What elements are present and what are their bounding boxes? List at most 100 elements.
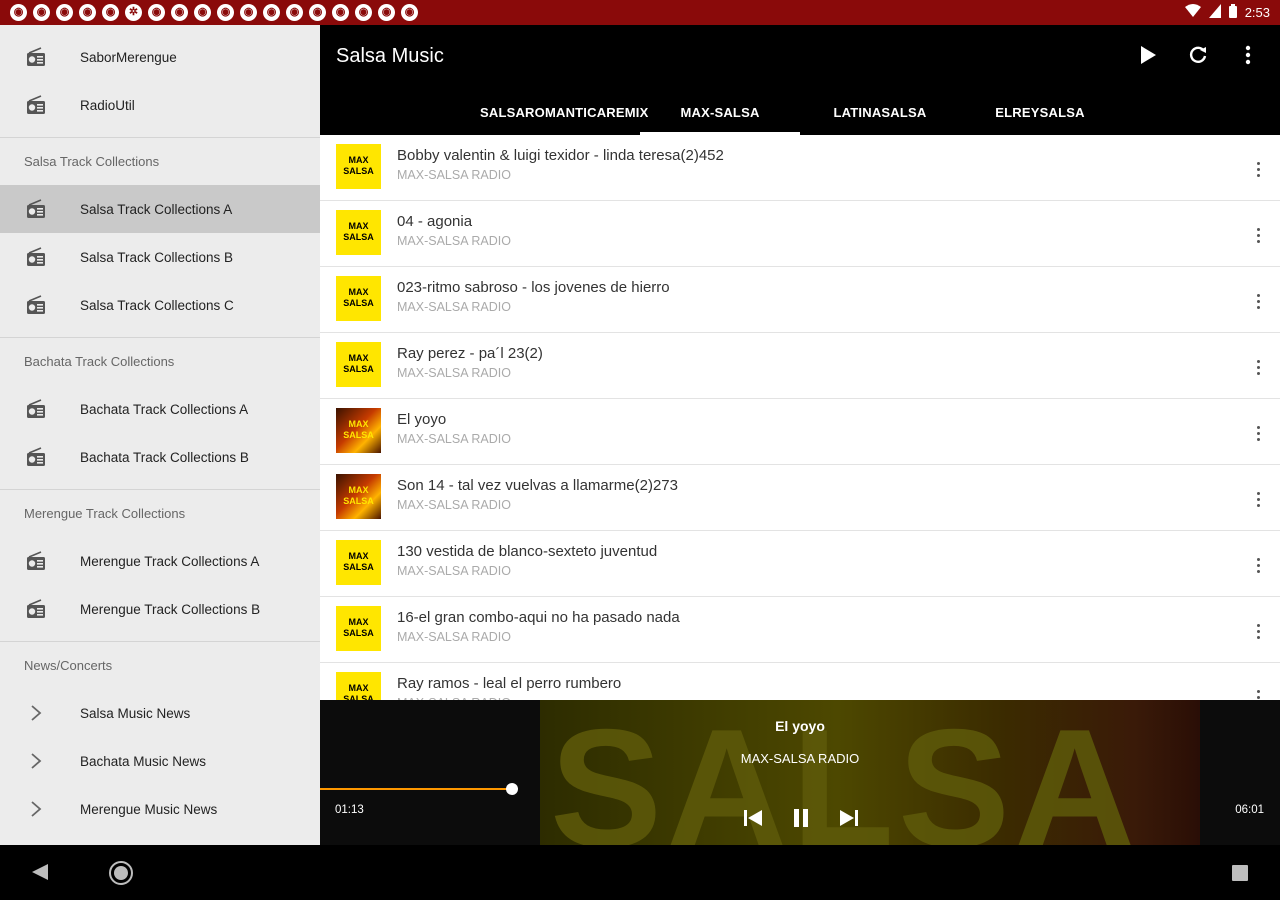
- album-art-label: MAX SALSA: [343, 485, 374, 506]
- tab-elreysalsa[interactable]: ELREYSALSA: [960, 93, 1120, 135]
- chevron-right-icon: [24, 749, 48, 773]
- radio-icon: [24, 549, 48, 573]
- notification-icon: ◉: [79, 4, 96, 21]
- drawer-item[interactable]: Bachata Track Collections A: [0, 385, 320, 433]
- tab-latinasalsa[interactable]: LATINASALSA: [800, 93, 960, 135]
- drawer-item-label: SaborMerengue: [80, 49, 177, 65]
- notification-icon: ◉: [217, 4, 234, 21]
- overflow-menu-icon[interactable]: [1236, 43, 1260, 67]
- drawer-item[interactable]: Salsa Track Collections B: [0, 233, 320, 281]
- app-title: Salsa Music: [336, 45, 444, 67]
- drawer-item-label: Bachata Music News: [80, 753, 207, 769]
- recents-icon[interactable]: [1231, 864, 1249, 887]
- track-title: El yoyo: [397, 411, 447, 428]
- album-art-thumbnail: MAX SALSA: [336, 474, 381, 519]
- notification-icon: ◉: [148, 4, 165, 21]
- radio-icon: [24, 93, 48, 117]
- back-icon[interactable]: [30, 862, 50, 887]
- track-row[interactable]: MAX SALSA Bobby valentin & luigi texidor …: [320, 135, 1280, 201]
- skip-previous-icon[interactable]: [740, 805, 766, 831]
- notification-icon: ◉: [102, 4, 119, 21]
- notification-icon: ◉: [240, 4, 257, 21]
- track-row[interactable]: MAX SALSA Ray ramos - leal el perro rumbe…: [320, 663, 1280, 700]
- drawer-item[interactable]: RadioUtil: [0, 81, 320, 129]
- notification-icon: ◉: [332, 4, 349, 21]
- tab-bar: SALSAROMANTICAREMIX MAX-SALSA LATINASALSA E…: [320, 93, 1280, 135]
- notification-icon: ✲: [125, 4, 142, 21]
- track-overflow-icon[interactable]: [1250, 157, 1266, 181]
- track-title: 023-ritmo sabroso - los jovenes de hierr…: [397, 279, 670, 296]
- track-row[interactable]: MAX SALSA Son 14 - tal vez vuelvas a llam…: [320, 465, 1280, 531]
- album-art-thumbnail: MAX SALSA: [336, 540, 381, 585]
- album-art-label: MAX SALSA: [343, 221, 374, 242]
- track-overflow-icon[interactable]: [1250, 487, 1266, 511]
- track-row[interactable]: MAX SALSA 023-ritmo sabroso - los jovenes…: [320, 267, 1280, 333]
- track-overflow-icon[interactable]: [1250, 685, 1266, 700]
- refresh-icon[interactable]: [1186, 43, 1210, 67]
- track-overflow-icon[interactable]: [1250, 223, 1266, 247]
- track-overflow-icon[interactable]: [1250, 421, 1266, 445]
- drawer-section-header: Bachata Track Collections: [0, 337, 320, 385]
- drawer-item[interactable]: Bachata Music News: [0, 737, 320, 785]
- seek-bar[interactable]: [320, 783, 1280, 795]
- now-playing-bar: SALSA El yoyo MAX-SALSA RADIO 01:13 06:0…: [320, 700, 1280, 845]
- home-icon[interactable]: [108, 860, 134, 891]
- drawer-section-header: News/Concerts: [0, 641, 320, 689]
- drawer-item-label: Bachata Track Collections A: [80, 401, 249, 417]
- notification-icon: ◉: [194, 4, 211, 21]
- drawer-item-label: Salsa Track Collections C: [80, 297, 234, 313]
- chevron-right-icon: [24, 701, 48, 725]
- play-icon[interactable]: [1136, 43, 1160, 67]
- notification-icons: ◉ ◉ ◉ ◉ ◉ ✲ ◉ ◉ ◉ ◉ ◉ ◉ ◉ ◉ ◉ ◉ ◉ ◉: [10, 4, 418, 21]
- track-station: MAX-SALSA RADIO: [397, 234, 511, 248]
- drawer-item-label: Merengue Track Collections A: [80, 553, 260, 569]
- album-art-thumbnail: MAX SALSA: [336, 210, 381, 255]
- track-list: MAX SALSA Bobby valentin & luigi texidor …: [320, 135, 1280, 700]
- notification-icon: ◉: [56, 4, 73, 21]
- status-right: 2:53: [1184, 4, 1270, 21]
- track-row[interactable]: MAX SALSA 04 - agonia MAX-SALSA RADIO: [320, 201, 1280, 267]
- album-art-thumbnail: MAX SALSA: [336, 144, 381, 189]
- navigation-drawer: SaborMerengue RadioUtil Salsa Track Collec…: [0, 25, 320, 845]
- drawer-item[interactable]: Merengue Track Collections A: [0, 537, 320, 585]
- track-title: 16-el gran combo-aqui no ha pasado nada: [397, 609, 680, 626]
- drawer-item[interactable]: Salsa Track Collections C: [0, 281, 320, 329]
- radio-icon: [24, 245, 48, 269]
- track-row[interactable]: MAX SALSA 16-el gran combo-aqui no ha pas…: [320, 597, 1280, 663]
- album-art-label: MAX SALSA: [343, 551, 374, 572]
- track-station: MAX-SALSA RADIO: [397, 564, 511, 578]
- album-art-label: MAX SALSA: [343, 419, 374, 440]
- track-overflow-icon[interactable]: [1250, 619, 1266, 643]
- track-row[interactable]: MAX SALSA 130 vestida de blanco-sexteto j…: [320, 531, 1280, 597]
- drawer-item-label: Merengue Track Collections B: [80, 601, 261, 617]
- drawer-item[interactable]: Salsa Track Collections A: [0, 185, 320, 233]
- notification-icon: ◉: [309, 4, 326, 21]
- wifi-icon: [1184, 4, 1201, 21]
- track-overflow-icon[interactable]: [1250, 553, 1266, 577]
- pause-icon[interactable]: [788, 805, 814, 831]
- tab-max-salsa[interactable]: MAX-SALSA: [640, 93, 800, 135]
- battery-icon: [1228, 4, 1237, 21]
- drawer-item[interactable]: Salsa Music News: [0, 689, 320, 737]
- track-overflow-icon[interactable]: [1250, 289, 1266, 313]
- app-bar: Salsa Music SALSAROMANTICAREMIX MAX-SALSA…: [320, 25, 1280, 135]
- skip-next-icon[interactable]: [836, 805, 862, 831]
- track-row[interactable]: MAX SALSA Ray perez - pa´l 23(2) MAX-SALSA…: [320, 333, 1280, 399]
- notification-icon: ◉: [378, 4, 395, 21]
- track-station: MAX-SALSA RADIO: [397, 432, 511, 446]
- track-overflow-icon[interactable]: [1250, 355, 1266, 379]
- seek-thumb[interactable]: [506, 783, 518, 795]
- album-art-label: MAX SALSA: [343, 353, 374, 374]
- drawer-item[interactable]: Merengue Track Collections B: [0, 585, 320, 633]
- drawer-item[interactable]: SaborMerengue: [0, 33, 320, 81]
- track-row[interactable]: MAX SALSA El yoyo MAX-SALSA RADIO: [320, 399, 1280, 465]
- album-art-thumbnail: MAX SALSA: [336, 276, 381, 321]
- track-station: MAX-SALSA RADIO: [397, 168, 511, 182]
- drawer-item[interactable]: Merengue Music News: [0, 785, 320, 833]
- drawer-item[interactable]: Bachata Track Collections B: [0, 433, 320, 481]
- tab-salsaromanticaremix[interactable]: SALSAROMANTICAREMIX: [480, 93, 648, 135]
- album-art-thumbnail: MAX SALSA: [336, 672, 381, 700]
- total-duration: 06:01: [1235, 804, 1264, 816]
- radio-icon: [24, 597, 48, 621]
- notification-icon: ◉: [263, 4, 280, 21]
